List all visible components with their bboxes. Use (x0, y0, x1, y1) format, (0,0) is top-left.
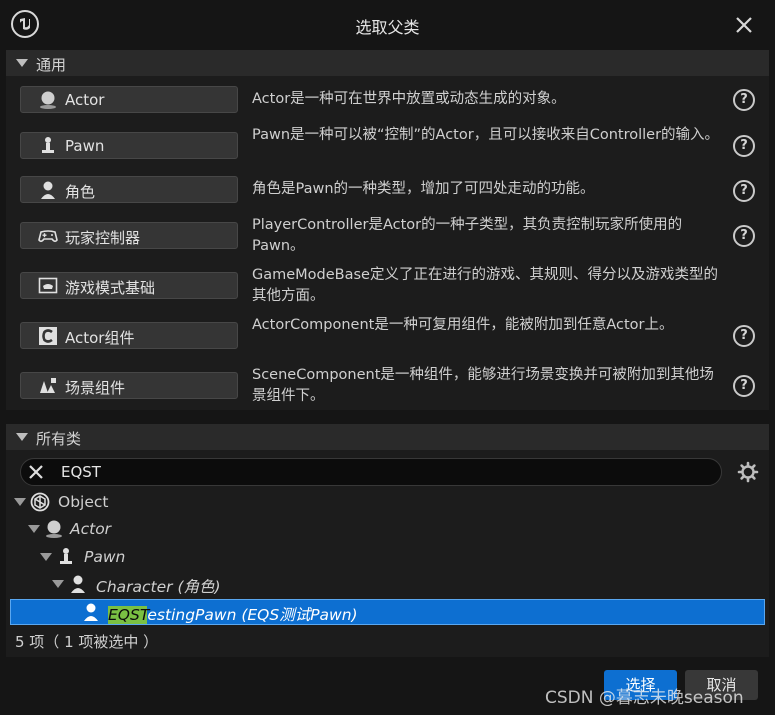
common-row-game-mode: 游戏模式基础 GameModeBase定义了正在进行的游戏、其规则、得分以及游戏… (6, 264, 769, 310)
game-mode-icon (38, 277, 58, 294)
game-mode-button-label: 游戏模式基础 (65, 279, 156, 297)
character-icon (84, 603, 98, 621)
player-controller-button[interactable]: 玩家控制器 (20, 222, 238, 249)
tree-node-label: EQSTestingPawn (EQS测试Pawn) (108, 603, 358, 625)
common-row-scene-component: 场景组件 SceneComponent是一种组件，能够进行场景变换并可被附加到其… (6, 364, 769, 410)
item-count-status: 5 项（ 1 项被选中 ） (15, 633, 159, 651)
character-icon (71, 575, 85, 593)
dialog-title: 选取父类 (355, 18, 420, 37)
common-section-header[interactable]: 通用 (6, 50, 769, 76)
pawn-button-label: Pawn (65, 137, 105, 155)
actor-button[interactable]: Actor (20, 86, 238, 113)
pawn-icon (42, 137, 54, 153)
help-icon[interactable]: ? (733, 89, 755, 111)
player-controller-description: PlayerController是Actor的一种子类型，其负责控制玩家所使用的… (252, 217, 683, 254)
class-search-box[interactable]: EQST (20, 458, 722, 486)
character-description: 角色是Pawn的一种类型，增加了可四处走动的功能。 (252, 181, 595, 197)
character-icon (41, 181, 55, 199)
game-mode-button[interactable]: 游戏模式基础 (20, 272, 238, 299)
common-classes-panel: Actor Actor是一种可在世界中放置或动态生成的对象。 ? Pawn Pa… (6, 76, 769, 410)
help-icon[interactable]: ? (733, 375, 755, 397)
gamepad-icon (38, 230, 58, 243)
expand-arrow-icon (14, 498, 26, 506)
watermark: CSDN @暮志未晚season (545, 688, 744, 708)
tree-node-character[interactable]: Character (角色) (52, 571, 352, 598)
selected-node-content: EQSTestingPawn (EQS测试Pawn) (81, 600, 681, 627)
common-row-character: 角色 角色是Pawn的一种类型，增加了可四处走动的功能。 ? (6, 168, 769, 214)
help-icon[interactable]: ? (733, 225, 755, 247)
search-match-highlight: EQST (108, 606, 148, 624)
scene-component-icon (40, 378, 56, 393)
tree-node-actor[interactable]: Actor (28, 516, 328, 543)
pawn-button[interactable]: Pawn (20, 132, 238, 159)
tree-node-label: Character (角色) (96, 578, 221, 596)
all-classes-section-label: 所有类 (36, 430, 82, 448)
actor-component-description: ActorComponent是一种可复用组件，能被附加到任意Actor上。 (252, 317, 674, 333)
actor-description: Actor是一种可在世界中放置或动态生成的对象。 (252, 91, 566, 107)
actor-component-button-label: Actor组件 (65, 329, 135, 347)
pawn-icon (60, 548, 72, 564)
character-button[interactable]: 角色 (20, 176, 238, 203)
player-controller-button-label: 玩家控制器 (65, 229, 141, 247)
actor-sphere-icon (46, 520, 62, 538)
common-row-pawn: Pawn Pawn是一种可以被“控制”的Actor，且可以接收来自Control… (6, 122, 769, 168)
common-row-actor: Actor Actor是一种可在世界中放置或动态生成的对象。 ? (6, 76, 769, 122)
all-classes-panel: EQST Object Actor Pawn Character (角色) EQ… (6, 450, 769, 657)
actor-component-icon (39, 327, 57, 345)
tree-node-object[interactable]: Object (14, 489, 314, 516)
tree-node-pawn[interactable]: Pawn (40, 544, 340, 571)
actor-button-label: Actor (65, 91, 105, 109)
expand-arrow-icon (28, 525, 40, 533)
tree-node-label: Object (58, 493, 109, 511)
character-button-label: 角色 (65, 183, 96, 201)
collapse-arrow-icon (16, 433, 28, 441)
actor-component-button[interactable]: Actor组件 (20, 322, 238, 349)
all-classes-section-header[interactable]: 所有类 (6, 424, 769, 450)
tree-node-label: Actor (70, 520, 112, 538)
scene-component-button[interactable]: 场景组件 (20, 372, 238, 399)
collapse-arrow-icon (16, 59, 28, 67)
common-row-actor-component: Actor组件 ActorComponent是一种可复用组件，能被附加到任意Ac… (6, 314, 769, 360)
object-icon (30, 492, 50, 512)
help-icon[interactable]: ? (733, 135, 755, 157)
scene-component-button-label: 场景组件 (65, 379, 126, 397)
common-section-label: 通用 (36, 56, 67, 74)
clear-search-icon[interactable] (27, 463, 45, 481)
close-icon[interactable] (733, 14, 755, 36)
expand-arrow-icon (52, 580, 64, 588)
actor-sphere-icon (40, 91, 56, 109)
game-mode-description: GameModeBase定义了正在进行的游戏、其规则、得分以及游戏类型的其他方面… (252, 267, 718, 304)
tree-node-label-rest: estingPawn (EQS测试Pawn) (147, 606, 358, 624)
title-bar: 选取父类 (0, 0, 775, 48)
scene-component-description: SceneComponent是一种组件，能够进行场景变换并可被附加到其他场景组件… (252, 367, 714, 404)
expand-arrow-icon (40, 553, 52, 561)
help-icon[interactable]: ? (733, 325, 755, 347)
pawn-description: Pawn是一种可以被“控制”的Actor，且可以接收来自Controller的输… (252, 127, 720, 143)
tree-node-label: Pawn (84, 548, 126, 566)
help-icon[interactable]: ? (733, 180, 755, 202)
gear-icon[interactable] (737, 461, 759, 483)
dialog-footer: 选择 取消 CSDN @暮志未晚season (0, 657, 775, 715)
tree-node-eqs-testing-pawn[interactable]: EQSTestingPawn (EQS测试Pawn) (10, 599, 765, 625)
common-row-player-controller: 玩家控制器 PlayerController是Actor的一种子类型，其负责控制… (6, 214, 769, 260)
search-input[interactable]: EQST (61, 463, 101, 481)
